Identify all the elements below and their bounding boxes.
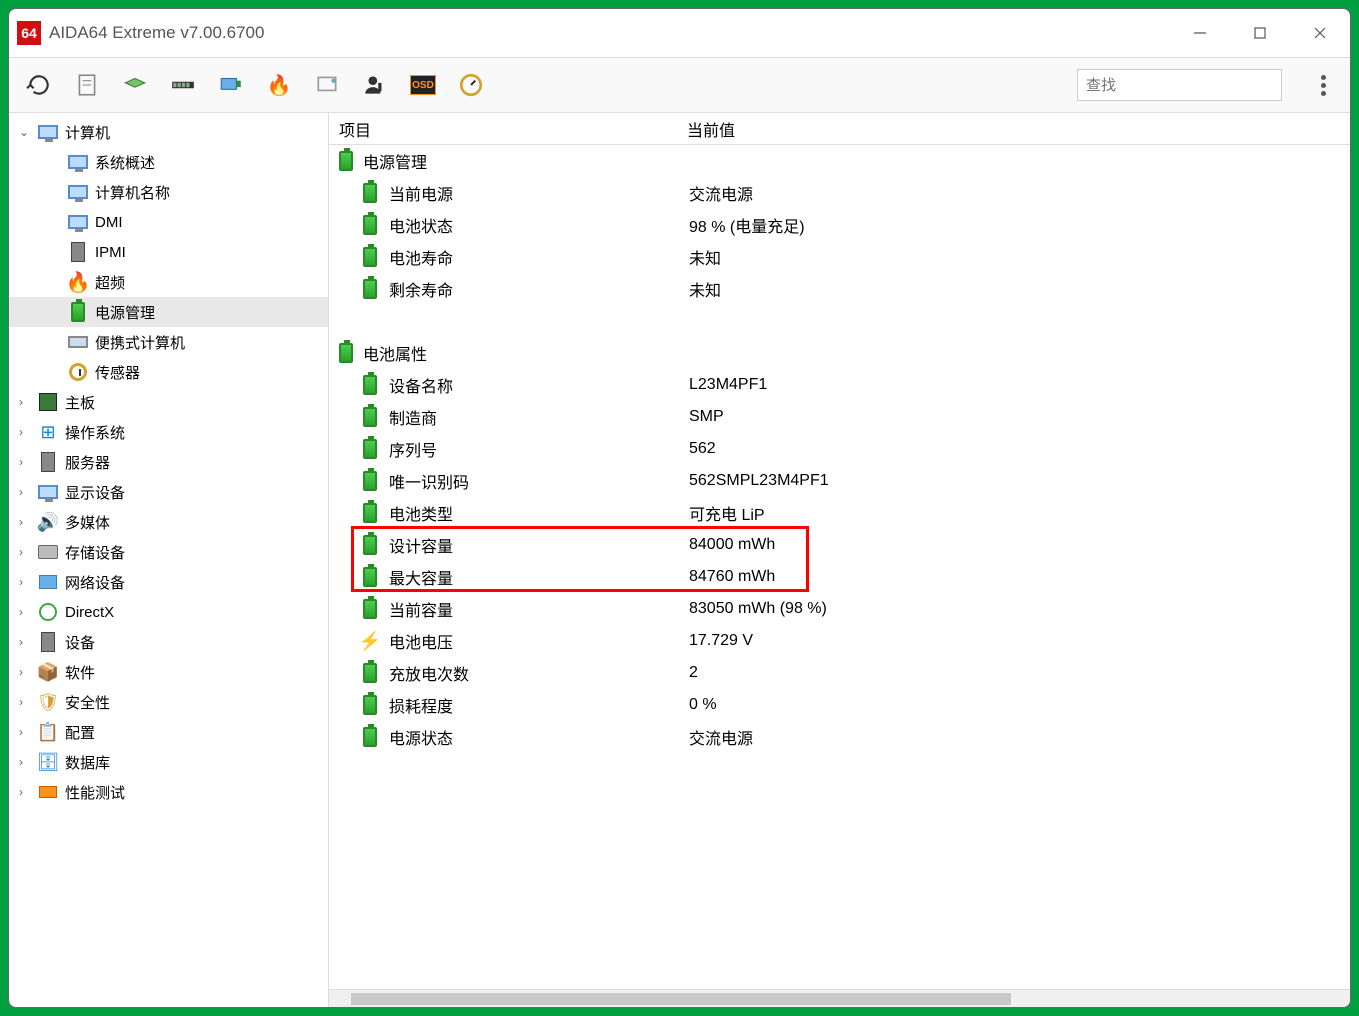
tree-overclock[interactable]: 🔥超频 [9, 267, 328, 297]
scrollbar-thumb[interactable] [351, 993, 1011, 1005]
tree-summary[interactable]: 系统概述 [9, 147, 328, 177]
row-device-name[interactable]: 设备名称L23M4PF1 [329, 369, 1350, 401]
body: ⌄计算机 系统概述 计算机名称 DMI IPMI 🔥超频 电源管理 便携式计算机… [9, 113, 1350, 1007]
row-unique-id[interactable]: 唯一识别码562SMPL23M4PF1 [329, 465, 1350, 497]
horizontal-scrollbar[interactable] [329, 989, 1350, 1007]
tree-server[interactable]: ›服务器 [9, 447, 328, 477]
tree-sensor[interactable]: 传感器 [9, 357, 328, 387]
content-list[interactable]: 电源管理 当前电源交流电源 电池状态98 % (电量充足) 电池寿命未知 剩余寿… [329, 145, 1350, 989]
tree-benchmark[interactable]: ›性能测试 [9, 777, 328, 807]
stress-icon[interactable]: 🔥 [261, 67, 297, 103]
tree-computer[interactable]: ⌄计算机 [9, 117, 328, 147]
search-input[interactable] [1077, 69, 1282, 101]
speaker-icon: 🔊 [37, 511, 59, 533]
windows-icon: ⊞ [37, 421, 59, 443]
window-controls [1170, 9, 1350, 57]
row-manufacturer[interactable]: 制造商SMP [329, 401, 1350, 433]
section-power-mgmt[interactable]: 电源管理 [329, 145, 1350, 177]
maximize-button[interactable] [1230, 9, 1290, 57]
database-icon: 🗄 [37, 751, 59, 773]
osd-button[interactable]: OSD [405, 67, 441, 103]
report-button[interactable] [69, 67, 105, 103]
user-icon[interactable] [357, 67, 393, 103]
app-icon: 64 [17, 21, 41, 45]
tree-name[interactable]: 计算机名称 [9, 177, 328, 207]
tree-os[interactable]: ›⊞操作系统 [9, 417, 328, 447]
row-current-cap[interactable]: 当前容量83050 mWh (98 %) [329, 593, 1350, 625]
tree-config[interactable]: ›📋配置 [9, 717, 328, 747]
close-button[interactable] [1290, 9, 1350, 57]
flame-icon: 🔥 [67, 271, 89, 293]
tree-motherboard[interactable]: ›主板 [9, 387, 328, 417]
row-current-source[interactable]: 当前电源交流电源 [329, 177, 1350, 209]
tree-devices[interactable]: ›设备 [9, 627, 328, 657]
refresh-button[interactable] [21, 67, 57, 103]
flame-icon: 🔥 [267, 73, 292, 98]
ram-icon[interactable] [165, 67, 201, 103]
section-battery-props[interactable]: 电池属性 [329, 337, 1350, 369]
gpu-icon[interactable] [213, 67, 249, 103]
tree-network[interactable]: ›网络设备 [9, 567, 328, 597]
row-max-cap[interactable]: 最大容量84760 mWh [329, 561, 1350, 593]
gauge-icon[interactable] [453, 67, 489, 103]
menu-button[interactable] [1308, 75, 1338, 96]
tree-power[interactable]: 电源管理 [9, 297, 328, 327]
tree-display[interactable]: ›显示设备 [9, 477, 328, 507]
row-wear[interactable]: 损耗程度0 % [329, 689, 1350, 721]
row-power-state[interactable]: 电源状态交流电源 [329, 721, 1350, 753]
tree-dmi[interactable]: DMI [9, 207, 328, 237]
tree-security[interactable]: ›🛡安全性 [9, 687, 328, 717]
tree-portable[interactable]: 便携式计算机 [9, 327, 328, 357]
row-remaining-life[interactable]: 剩余寿命未知 [329, 273, 1350, 305]
tree-software[interactable]: ›📦软件 [9, 657, 328, 687]
row-battery-life[interactable]: 电池寿命未知 [329, 241, 1350, 273]
row-voltage[interactable]: ⚡电池电压17.729 V [329, 625, 1350, 657]
tree-database[interactable]: ›🗄数据库 [9, 747, 328, 777]
tree-storage[interactable]: ›存储设备 [9, 537, 328, 567]
row-cycles[interactable]: 充放电次数2 [329, 657, 1350, 689]
titlebar: 64 AIDA64 Extreme v7.00.6700 [9, 9, 1350, 57]
content-header: 项目 当前值 [329, 113, 1350, 145]
app-window: 64 AIDA64 Extreme v7.00.6700 🔥 OSD ⌄计算机 … [8, 8, 1351, 1008]
row-design-cap[interactable]: 设计容量84000 mWh [329, 529, 1350, 561]
cube-icon: 📦 [37, 661, 59, 683]
nav-tree[interactable]: ⌄计算机 系统概述 计算机名称 DMI IPMI 🔥超频 电源管理 便携式计算机… [9, 113, 329, 1007]
window-title: AIDA64 Extreme v7.00.6700 [49, 23, 1170, 43]
tree-multimedia[interactable]: ›🔊多媒体 [9, 507, 328, 537]
row-battery-type[interactable]: 电池类型可充电 LiP [329, 497, 1350, 529]
toolbar: 🔥 OSD [9, 57, 1350, 113]
config-icon: 📋 [37, 721, 59, 743]
tree-directx[interactable]: ›DirectX [9, 597, 328, 627]
tree-ipmi[interactable]: IPMI [9, 237, 328, 267]
bolt-icon: ⚡ [359, 630, 381, 652]
row-battery-status[interactable]: 电池状态98 % (电量充足) [329, 209, 1350, 241]
screenshot-button[interactable] [309, 67, 345, 103]
col-value[interactable]: 当前值 [687, 117, 1350, 141]
cpu-icon[interactable] [117, 67, 153, 103]
minimize-button[interactable] [1170, 9, 1230, 57]
content-panel: 项目 当前值 电源管理 当前电源交流电源 电池状态98 % (电量充足) 电池寿… [329, 113, 1350, 1007]
col-item[interactable]: 项目 [329, 117, 687, 141]
shield-icon: 🛡 [37, 691, 59, 713]
spacer-row [329, 305, 1350, 337]
row-serial[interactable]: 序列号562 [329, 433, 1350, 465]
